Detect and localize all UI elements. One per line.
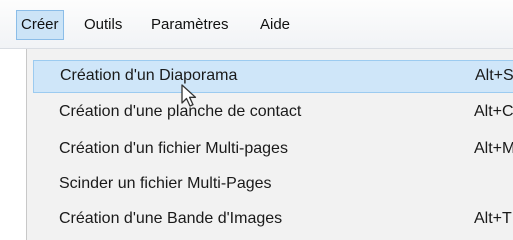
creer-dropdown-menu: Création d'un Diaporama Alt+S Création d… bbox=[26, 49, 513, 240]
menu-item-label: Création d'un fichier Multi-pages bbox=[59, 140, 288, 157]
menu-item-label: Création d'une Bande d'Images bbox=[59, 210, 283, 227]
menu-outils[interactable]: Outils bbox=[80, 12, 126, 38]
menu-bar: Créer Outils Paramètres Aide bbox=[0, 0, 513, 49]
menu-item-label: Scinder un fichier Multi-Pages bbox=[59, 175, 272, 192]
menu-item-shortcut: Alt+T bbox=[474, 210, 512, 227]
menu-item-creation-diaporama[interactable]: Création d'un Diaporama Alt+S bbox=[33, 60, 513, 93]
mouse-pointer-icon bbox=[181, 84, 197, 107]
menu-item-creation-bande-images[interactable]: Création d'une Bande d'Images Alt+T bbox=[33, 204, 513, 237]
menu-aide[interactable]: Aide bbox=[256, 12, 294, 38]
menu-item-shortcut: Alt+M bbox=[474, 140, 513, 157]
menu-item-creation-multi-pages[interactable]: Création d'un fichier Multi-pages Alt+M bbox=[33, 134, 513, 167]
menu-item-creation-planche-contact[interactable]: Création d'une planche de contact Alt+C bbox=[33, 97, 513, 130]
menu-item-shortcut: Alt+S bbox=[475, 67, 513, 84]
menu-item-shortcut: Alt+C bbox=[474, 103, 513, 120]
menu-item-label: Création d'un Diaporama bbox=[60, 67, 238, 84]
menu-item-scinder-multi-pages[interactable]: Scinder un fichier Multi-Pages bbox=[33, 169, 513, 202]
menu-parametres[interactable]: Paramètres bbox=[147, 12, 233, 38]
menu-creer[interactable]: Créer bbox=[16, 10, 64, 40]
